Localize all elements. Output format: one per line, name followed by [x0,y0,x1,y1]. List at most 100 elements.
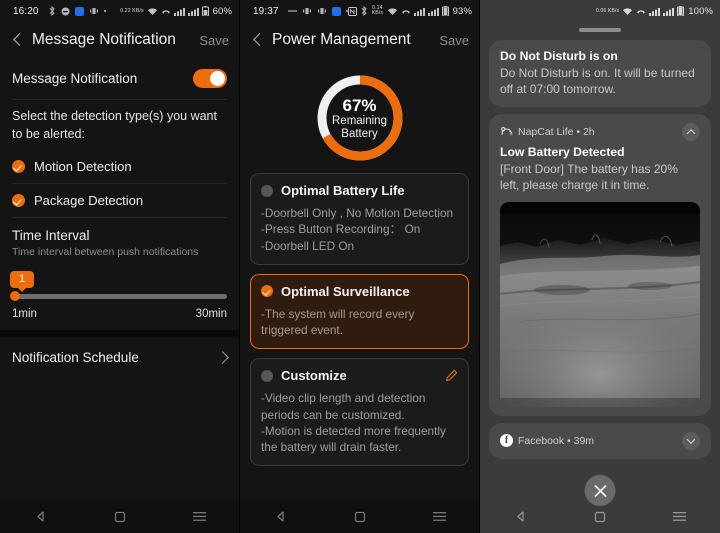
slider-track[interactable] [10,291,227,302]
message-notification-toggle-row[interactable]: Message Notification [0,58,239,99]
app-bar-left: Message Notification Save [0,22,239,58]
pencil-icon[interactable] [445,369,458,382]
battery-icon [677,6,685,16]
mode-line: -Doorbell Only , No Motion Detection [261,206,454,220]
time-interval-title: Time Interval [12,227,90,243]
bluetooth-icon [48,6,56,16]
chevron-down-icon [686,435,696,444]
data-rate: 0.14 KB/s [371,5,384,16]
battery-ring-label: 67% Remaining Battery [314,72,406,164]
back-icon[interactable] [250,32,266,48]
screen-power-management: 19:37 0.14 KB/s 93% Power Management Sav… [240,0,480,533]
notification-schedule-row[interactable]: Notification Schedule [0,337,239,378]
data-rate: 0.06 KB/s [595,7,620,14]
mode-line: -The system will record every triggered … [261,306,415,338]
notification-low-battery[interactable]: NapCat Life • 2h Low Battery Detected [F… [489,113,711,416]
collapse-button[interactable] [682,122,700,141]
notification-header: NapCat Life • 2h [500,122,700,141]
status-bar-left: 16:20 0.22 KB/s 60% [0,0,239,22]
notification-do-not-disturb[interactable]: Do Not Disturb is on Do Not Disturb is o… [489,39,711,107]
status-bar-right: 0.06 KB/s 100% [480,0,720,22]
missed-call-icon [161,7,171,16]
mode-card-optimal-battery-life[interactable]: Optimal Battery Life -Doorbell Only , No… [250,173,469,265]
radio-icon[interactable] [261,184,273,197]
time-interval-subtitle: Time interval between push notifications [12,245,199,258]
battery-ring-line1: Remaining [332,114,387,127]
nfc-icon [348,6,358,16]
wifi-icon [147,7,158,16]
close-icon [594,484,606,497]
battery-ring: 67% Remaining Battery [314,72,406,164]
wifi-icon [387,7,398,16]
radio-icon[interactable] [261,285,273,298]
mode-line: -Doorbell LED On [261,238,355,253]
battery-icon [201,6,209,16]
save-button[interactable]: Save [191,33,229,48]
missed-call-icon [401,7,411,16]
back-nav-icon[interactable] [274,510,287,523]
shade-drag-handle[interactable] [579,28,621,32]
mode-description: -Doorbell Only , No Motion Detection -Pr… [261,205,458,254]
mode-description: -The system will record every triggered … [261,306,458,339]
three-phone-screenshots: 16:20 0.22 KB/s 60% Message Notification… [0,0,720,533]
back-icon[interactable] [10,32,26,48]
status-time: 16:20 [13,5,39,17]
toggle-label: Message Notification [12,71,138,86]
check-icon[interactable] [12,193,25,207]
notification-body: [Front Door] The battery has 20% left, p… [500,161,678,193]
card-header: Optimal Surveillance [261,284,458,299]
home-nav-icon[interactable] [594,511,606,523]
status-bar-mid: 19:37 0.14 KB/s 93% [240,0,479,22]
recents-nav-icon[interactable] [673,511,687,522]
battery-percent: 100% [688,5,713,17]
vibrate-icon [317,7,327,15]
slider-range-labels: 1min 30min [0,299,239,320]
signal-icon [663,7,675,16]
screen-message-notification: 16:20 0.22 KB/s 60% Message Notification… [0,0,240,533]
time-interval-slider[interactable]: 1 [0,267,239,302]
night-vision-camera-snapshot[interactable] [500,201,700,407]
mode-description: -Video clip length and detection periods… [261,390,458,455]
section-separator [0,329,239,337]
recents-nav-icon[interactable] [192,511,206,522]
system-nav-bar-left [0,500,239,533]
mode-title: Optimal Battery Life [281,183,405,198]
chevron-up-icon [686,128,696,138]
app-bar-mid: Power Management Save [240,22,479,58]
card-header: Customize [261,368,458,383]
status-left-icons [48,6,107,16]
chevron-right-icon [216,350,229,364]
expand-button[interactable] [682,431,700,450]
check-icon[interactable] [12,159,25,173]
signal-icon [173,7,185,16]
page-title: Message Notification [32,31,176,48]
detection-type-motion[interactable]: Motion Detection [0,150,239,183]
back-nav-icon[interactable] [34,510,47,523]
detection-type-label: Motion Detection [34,158,132,174]
notification-facebook[interactable]: f Facebook • 39m [489,422,711,459]
home-nav-icon[interactable] [354,511,366,523]
signal-icon [649,7,661,16]
switch-knob [210,71,225,86]
back-nav-icon[interactable] [514,510,527,523]
mode-card-customize[interactable]: Customize -Video clip length and detecti… [250,358,469,467]
save-button[interactable]: Save [431,33,469,48]
dot-icon [103,9,107,13]
camera-icon [74,6,84,16]
radio-icon[interactable] [261,369,273,382]
notification-app-name: NapCat Life • 2h [518,125,595,138]
signal-icon [427,7,439,16]
message-notification-switch[interactable] [193,69,227,88]
close-all-notifications-button[interactable] [584,475,616,506]
system-nav-bar-mid [240,500,479,533]
slider-max-label: 30min [195,307,227,320]
detection-helper-text: Select the detection type(s) you want to… [12,109,217,141]
slider-min-label: 1min [12,307,37,320]
recents-nav-icon[interactable] [432,511,446,522]
home-nav-icon[interactable] [114,511,126,523]
notification-app-name: Facebook • 39m [518,434,595,447]
missed-call-icon [636,7,646,16]
battery-icon [441,6,449,16]
mode-card-optimal-surveillance[interactable]: Optimal Surveillance -The system will re… [250,273,469,350]
detection-type-package[interactable]: Package Detection [0,184,239,217]
